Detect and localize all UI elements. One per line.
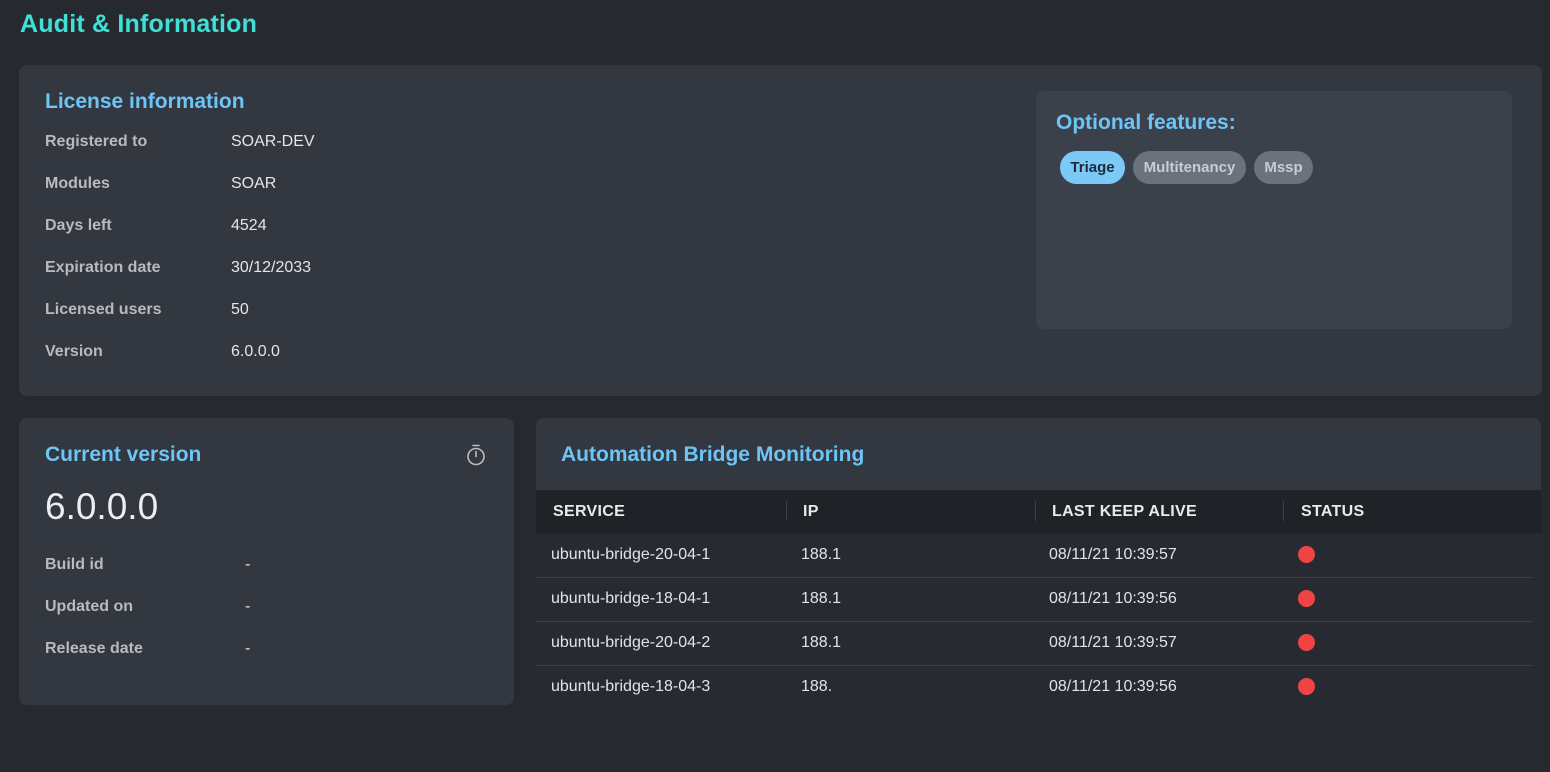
table-row[interactable]: ubuntu-bridge-18-04-1 188.1 08/11/21 10:… bbox=[536, 577, 1533, 622]
status-offline-icon bbox=[1298, 678, 1315, 695]
current-version-card: Current version 6.0.0.0 Build id - Updat… bbox=[19, 418, 514, 705]
table-header: SERVICE IP LAST KEEP ALIVE STATUS bbox=[536, 490, 1541, 533]
chip-triage[interactable]: Triage bbox=[1060, 151, 1125, 184]
info-value: 50 bbox=[231, 301, 249, 318]
service-cell: ubuntu-bridge-20-04-1 bbox=[551, 546, 711, 563]
info-label: Expiration date bbox=[45, 259, 161, 276]
column-divider bbox=[1283, 501, 1284, 521]
license-row-days-left: Days left 4524 bbox=[45, 216, 645, 236]
service-cell: ubuntu-bridge-20-04-2 bbox=[551, 634, 711, 651]
info-label: Days left bbox=[45, 217, 112, 234]
license-row-modules: Modules SOAR bbox=[45, 174, 645, 194]
last-keep-alive-cell: 08/11/21 10:39:56 bbox=[1049, 590, 1177, 607]
info-value: - bbox=[245, 640, 251, 657]
license-card: License information Registered to SOAR-D… bbox=[19, 65, 1542, 396]
column-header-ip[interactable]: IP bbox=[803, 490, 819, 533]
version-row-release-date: Release date - bbox=[45, 639, 485, 659]
service-cell: ubuntu-bridge-18-04-3 bbox=[551, 678, 711, 695]
table-row[interactable]: ubuntu-bridge-20-04-2 188.1 08/11/21 10:… bbox=[536, 621, 1533, 666]
stopwatch-icon[interactable] bbox=[464, 443, 488, 467]
info-value: - bbox=[245, 598, 251, 615]
info-label: Licensed users bbox=[45, 301, 162, 318]
license-row-registered: Registered to SOAR-DEV bbox=[45, 132, 645, 152]
license-row-version: Version 6.0.0.0 bbox=[45, 342, 645, 362]
info-label: Build id bbox=[45, 556, 104, 573]
last-keep-alive-cell: 08/11/21 10:39:57 bbox=[1049, 634, 1177, 651]
license-row-expiration: Expiration date 30/12/2033 bbox=[45, 258, 645, 278]
info-value: 4524 bbox=[231, 217, 267, 234]
version-number: 6.0.0.0 bbox=[45, 486, 159, 527]
info-label: Registered to bbox=[45, 133, 148, 150]
info-label: Release date bbox=[45, 640, 143, 657]
info-value: - bbox=[245, 556, 251, 573]
table-row[interactable]: ubuntu-bridge-20-04-1 188.1 08/11/21 10:… bbox=[536, 533, 1533, 578]
ip-cell: 188. bbox=[801, 678, 833, 695]
status-offline-icon bbox=[1298, 546, 1315, 563]
info-label: Modules bbox=[45, 175, 110, 192]
license-title: License information bbox=[45, 90, 245, 113]
info-value: 6.0.0.0 bbox=[231, 343, 280, 360]
version-row-updated-on: Updated on - bbox=[45, 597, 485, 617]
column-divider bbox=[786, 501, 787, 521]
chip-multitenancy[interactable]: Multitenancy bbox=[1133, 151, 1246, 184]
info-label: Updated on bbox=[45, 598, 133, 615]
column-divider bbox=[1035, 501, 1036, 521]
info-value: SOAR-DEV bbox=[231, 133, 315, 150]
current-version-title: Current version bbox=[45, 443, 202, 466]
bridge-monitoring-title: Automation Bridge Monitoring bbox=[561, 443, 865, 466]
chip-mssp[interactable]: Mssp bbox=[1254, 151, 1313, 184]
info-label: Version bbox=[45, 343, 103, 360]
column-header-service[interactable]: SERVICE bbox=[553, 490, 625, 533]
optional-features-panel: Optional features: Triage Multitenancy M… bbox=[1036, 91, 1512, 329]
column-header-status[interactable]: STATUS bbox=[1301, 490, 1364, 533]
ip-cell: 188.1 bbox=[801, 590, 842, 607]
page-title: Audit & Information bbox=[20, 10, 258, 38]
ip-cell: 188.1 bbox=[801, 634, 842, 651]
last-keep-alive-cell: 08/11/21 10:39:56 bbox=[1049, 678, 1177, 695]
info-value: SOAR bbox=[231, 175, 277, 192]
service-cell: ubuntu-bridge-18-04-1 bbox=[551, 590, 711, 607]
license-row-users: Licensed users 50 bbox=[45, 300, 645, 320]
status-offline-icon bbox=[1298, 590, 1315, 607]
last-keep-alive-cell: 08/11/21 10:39:57 bbox=[1049, 546, 1177, 563]
table-body: ubuntu-bridge-20-04-1 188.1 08/11/21 10:… bbox=[536, 533, 1541, 704]
column-header-last-keep-alive[interactable]: LAST KEEP ALIVE bbox=[1052, 490, 1197, 533]
bridge-monitoring-card: Automation Bridge Monitoring SERVICE IP … bbox=[536, 418, 1541, 704]
version-row-build-id: Build id - bbox=[45, 555, 485, 575]
status-offline-icon bbox=[1298, 634, 1315, 651]
info-value: 30/12/2033 bbox=[231, 259, 312, 276]
optional-features-title: Optional features: bbox=[1056, 111, 1236, 134]
ip-cell: 188.1 bbox=[801, 546, 842, 563]
table-row[interactable]: ubuntu-bridge-18-04-3 188. 08/11/21 10:3… bbox=[536, 665, 1533, 704]
